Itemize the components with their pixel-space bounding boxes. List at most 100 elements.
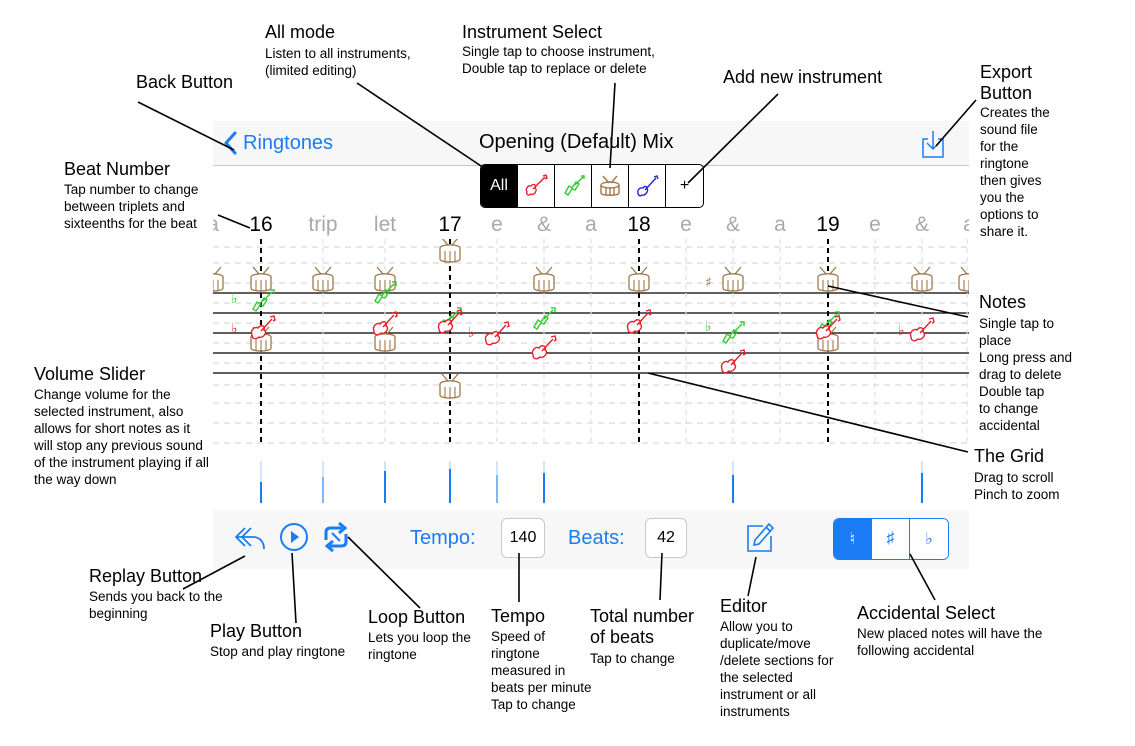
guitar-green-icon — [564, 175, 585, 196]
annotation-line: Pinch to zoom — [974, 487, 1060, 502]
beat-label[interactable]: a — [585, 213, 597, 237]
annotation-line: beats per minute — [491, 680, 592, 695]
beat-label[interactable]: 17 — [438, 213, 461, 237]
export-annotation: Export Button — [980, 62, 1032, 104]
back-button-annotation: Back Button — [136, 72, 234, 92]
notes-description: Single tap to place Long press and drag … — [979, 315, 1072, 434]
beat-label[interactable]: 16 — [249, 213, 272, 237]
beat-label[interactable]: a — [774, 213, 786, 237]
notes-annotation: Notes — [979, 292, 1027, 312]
accidental-sharp[interactable]: ♯ — [872, 519, 910, 559]
grid-annotation: The Grid — [974, 446, 1045, 466]
guitar-blue-icon — [637, 175, 659, 197]
instrument-guitar-red[interactable] — [518, 165, 555, 207]
grid-description: Drag to scroll Pinch to zoom — [974, 469, 1060, 503]
accidental-mark: ♭ — [898, 323, 905, 339]
accidental-select: ♮ ♯ ♭ — [833, 518, 949, 560]
play-icon — [280, 523, 308, 551]
annotation-line: Speed of — [491, 629, 546, 644]
instrument-guitar-blue[interactable] — [629, 165, 666, 207]
annotation-line: Double tap to replace or delete — [462, 61, 647, 76]
annotation-line: for the — [980, 139, 1019, 154]
drum-icon — [600, 175, 620, 196]
accidental-mark: ♭ — [468, 325, 475, 341]
beats-value-button[interactable]: 42 — [645, 518, 687, 558]
export-button[interactable] — [920, 129, 946, 159]
editor-button[interactable] — [745, 522, 775, 559]
instrument-guitar-green[interactable] — [555, 165, 592, 207]
beat-label[interactable]: & — [915, 213, 929, 237]
annotation-line: Tap number to change — [64, 182, 199, 197]
loop-button[interactable] — [320, 521, 352, 557]
editor-annotation: Editor — [720, 596, 768, 616]
annotation-line: instrument or all — [720, 687, 817, 702]
annotation-line: between triplets and — [64, 199, 185, 214]
annotation-line: Sends you back to the — [89, 589, 223, 604]
all-mode-button[interactable]: All — [481, 165, 518, 207]
beat-label[interactable]: 19 — [816, 213, 839, 237]
beats-label: Beats: — [568, 527, 625, 549]
annotation-line: instruments — [720, 704, 790, 719]
beat-label[interactable]: e — [869, 213, 881, 237]
volume-slider-annotation: Volume Slider — [34, 364, 146, 384]
annotation-line: Lets you loop the — [368, 630, 471, 645]
accidental-select-annotation: Accidental Select — [857, 603, 996, 623]
loop-annotation: Loop Button — [368, 607, 466, 627]
instrument-drum[interactable] — [592, 165, 629, 207]
annotation-line: drag to delete — [979, 367, 1062, 382]
beat-label[interactable]: a — [963, 213, 969, 237]
annotation-line: ringtone — [491, 646, 540, 661]
annotation-line: measured in — [491, 663, 566, 678]
annotation-title-line: of beats — [590, 627, 655, 647]
tempo-value-button[interactable]: 140 — [501, 518, 545, 558]
beat-number-row: a 16 trip let 17 e & a 18 e & a 19 e & a — [213, 213, 969, 239]
beat-label[interactable]: e — [491, 213, 503, 237]
tempo-description: Speed of ringtone measured in beats per … — [491, 628, 592, 713]
beat-label[interactable]: & — [726, 213, 740, 237]
annotation-line: the selected — [720, 670, 793, 685]
annotation-line: Change volume for the — [34, 387, 171, 402]
tempo-label: Tempo: — [410, 527, 476, 549]
replay-button[interactable] — [233, 524, 267, 557]
beat-label[interactable]: e — [680, 213, 692, 237]
replay-description: Sends you back to the beginning — [89, 588, 223, 622]
replay-annotation: Replay Button — [89, 566, 203, 586]
navigation-bar: Ringtones Opening (Default) Mix — [213, 121, 969, 166]
beat-label[interactable]: 18 — [627, 213, 650, 237]
tempo-annotation: Tempo — [491, 606, 546, 626]
beat-label[interactable]: a — [213, 213, 219, 237]
beat-number-description: Tap number to change between triplets an… — [64, 181, 198, 232]
annotation-line: the way down — [34, 472, 117, 487]
chevron-left-icon — [224, 131, 237, 155]
play-button[interactable] — [279, 522, 309, 557]
annotation-line: ringtone — [368, 647, 417, 662]
annotation-line: accidental — [979, 418, 1040, 433]
annotation-line: place — [979, 333, 1012, 348]
beat-label[interactable]: let — [374, 213, 396, 237]
annotation-line: sound file — [980, 122, 1038, 137]
annotation-line: Drag to scroll — [974, 470, 1054, 485]
annotation-line: will stop any previous sound — [34, 438, 203, 453]
accidental-natural[interactable]: ♮ — [834, 519, 872, 559]
annotation-line: of the instrument playing if all — [34, 455, 209, 470]
guitar-red-icon — [525, 174, 548, 196]
accidental-flat[interactable]: ♭ — [910, 519, 948, 559]
note-grid[interactable]: ♭ ♭ ♭ ♭ ♯ ♭ — [213, 239, 969, 509]
annotation-line: share it. — [980, 224, 1029, 239]
accidental-mark: ♭ — [705, 319, 712, 335]
beat-label[interactable]: & — [537, 213, 551, 237]
annotation-line: ringtone — [980, 156, 1029, 171]
beat-label[interactable]: trip — [308, 213, 337, 237]
annotation-line: you the — [980, 190, 1025, 205]
total-beats-description: Tap to change — [590, 650, 675, 667]
annotation-line: duplicate/move — [720, 636, 811, 651]
back-button[interactable]: Ringtones — [223, 127, 333, 159]
annotation-line: then gives — [980, 173, 1042, 188]
editor-description: Allow you to duplicate/move /delete sect… — [720, 618, 833, 720]
annotation-line: (limited editing) — [265, 63, 357, 78]
annotation-title-line: Export — [980, 62, 1033, 82]
add-instrument-button[interactable]: + — [666, 165, 703, 207]
annotation-line: Allow you to — [720, 619, 793, 634]
annotation-line: Listen to all instruments, — [265, 46, 411, 61]
annotation-line: selected instrument, also — [34, 404, 184, 419]
